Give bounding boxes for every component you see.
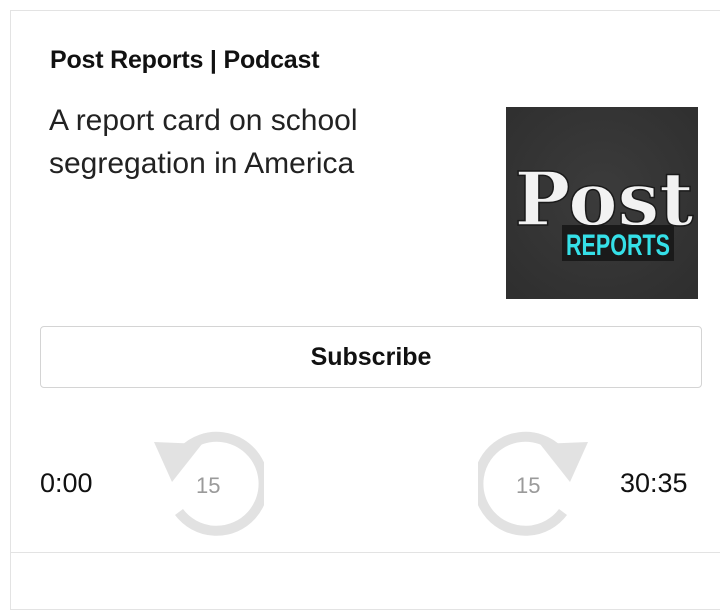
divider <box>10 552 720 553</box>
skip-back-button[interactable]: 15 <box>152 430 264 542</box>
current-time: 0:00 <box>40 468 93 498</box>
post-reports-logo: Post REPORTS <box>506 107 698 299</box>
podcast-artwork: Post REPORTS <box>506 107 698 299</box>
episode-title[interactable]: A report card on school segregation in A… <box>49 99 449 185</box>
skip-forward-seconds: 15 <box>516 473 541 498</box>
total-time: 30:35 <box>620 468 688 498</box>
logo-subword: REPORTS <box>566 229 670 262</box>
skip-forward-button[interactable]: 15 <box>478 430 590 542</box>
subscribe-button[interactable]: Subscribe <box>40 326 702 388</box>
skip-back-seconds: 15 <box>196 473 221 498</box>
podcast-label[interactable]: Post Reports | Podcast <box>50 44 320 76</box>
